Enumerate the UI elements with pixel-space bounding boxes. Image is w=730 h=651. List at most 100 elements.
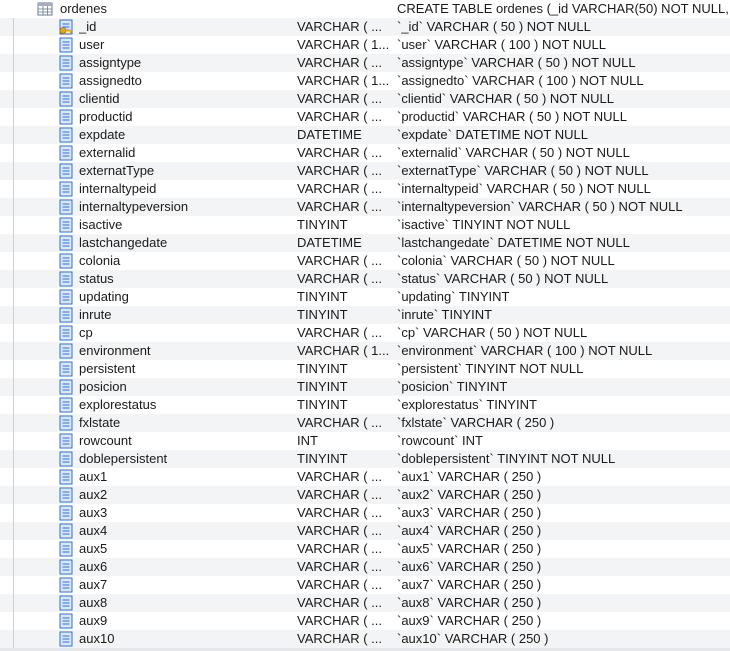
field-row[interactable]: internaltypeversion VARCHAR ( ... `interna… xyxy=(0,198,730,216)
field-row[interactable]: productid VARCHAR ( ... `productid` VARCHA… xyxy=(0,108,730,126)
field-definition: `externatType` VARCHAR ( 50 ) NOT NULL xyxy=(397,163,649,178)
field-icon xyxy=(58,235,74,251)
field-definition: `cp` VARCHAR ( 50 ) NOT NULL xyxy=(397,325,588,340)
field-definition: `environment` VARCHAR ( 100 ) NOT NULL xyxy=(397,343,653,358)
field-name: externalid xyxy=(79,145,136,160)
field-icon xyxy=(58,361,74,377)
tree-guide-line xyxy=(13,162,14,180)
field-row[interactable]: explorestatus TINYINT `explorestatus` TINY… xyxy=(0,396,730,414)
field-type: TINYINT xyxy=(297,307,348,322)
field-type: VARCHAR ( ... xyxy=(297,523,382,538)
field-row[interactable]: aux8 VARCHAR ( ... `aux8` VARCHAR ( 250 ) xyxy=(0,594,730,612)
field-row[interactable]: user VARCHAR ( 1... `user` VARCHAR ( 100 )… xyxy=(0,36,730,54)
field-row[interactable]: aux6 VARCHAR ( ... `aux6` VARCHAR ( 250 ) xyxy=(0,558,730,576)
field-row[interactable]: inrute TINYINT `inrute` TINYINT xyxy=(0,306,730,324)
field-type: VARCHAR ( ... xyxy=(297,199,382,214)
field-row[interactable]: persistent TINYINT `persistent` TINYINT NO… xyxy=(0,360,730,378)
tree-guide-line xyxy=(13,450,14,468)
tree-guide-line xyxy=(13,522,14,540)
field-row[interactable]: isactive TINYINT `isactive` TINYINT NOT NU… xyxy=(0,216,730,234)
field-row[interactable]: aux1 VARCHAR ( ... `aux1` VARCHAR ( 250 ) xyxy=(0,468,730,486)
field-icon xyxy=(58,631,74,647)
field-row[interactable]: aux4 VARCHAR ( ... `aux4` VARCHAR ( 250 ) xyxy=(0,522,730,540)
field-row[interactable]: externalid VARCHAR ( ... `externalid` VARC… xyxy=(0,144,730,162)
field-row[interactable]: clientid VARCHAR ( ... `clientid` VARCHAR … xyxy=(0,90,730,108)
tree-guide-line xyxy=(13,108,14,126)
field-row[interactable]: aux2 VARCHAR ( ... `aux2` VARCHAR ( 250 ) xyxy=(0,486,730,504)
field-name: productid xyxy=(79,109,133,124)
tree-guide-line xyxy=(13,270,14,288)
field-row[interactable]: assignedto VARCHAR ( 1... `assignedto` VAR… xyxy=(0,72,730,90)
field-row[interactable]: fxlstate VARCHAR ( ... `fxlstate` VARCHAR … xyxy=(0,414,730,432)
field-icon xyxy=(58,577,74,593)
field-name: status xyxy=(79,271,114,286)
field-row[interactable]: rowcount INT `rowcount` INT xyxy=(0,432,730,450)
field-name: _id xyxy=(79,19,97,34)
field-row[interactable]: aux10 VARCHAR ( ... `aux10` VARCHAR ( 250 … xyxy=(0,630,730,648)
field-name: aux7 xyxy=(79,577,108,592)
field-row[interactable]: lastchangedate DATETIME `lastchangedate` D… xyxy=(0,234,730,252)
tree-guide-line xyxy=(13,180,14,198)
field-definition: `explorestatus` TINYINT xyxy=(397,397,537,412)
field-row[interactable]: _id VARCHAR ( ... `_id` VARCHAR ( 50 ) NOT… xyxy=(0,18,730,36)
field-definition: `inrute` TINYINT xyxy=(397,307,493,322)
tree-guide-line xyxy=(13,288,14,306)
field-row[interactable]: aux3 VARCHAR ( ... `aux3` VARCHAR ( 250 ) xyxy=(0,504,730,522)
field-name: explorestatus xyxy=(79,397,157,412)
field-definition: `colonia` VARCHAR ( 50 ) NOT NULL xyxy=(397,253,615,268)
field-type: VARCHAR ( ... xyxy=(297,487,382,502)
field-definition: `fxlstate` VARCHAR ( 250 ) xyxy=(397,415,555,430)
field-name: aux1 xyxy=(79,469,108,484)
field-row[interactable]: expdate DATETIME `expdate` DATETIME NOT NU… xyxy=(0,126,730,144)
field-row[interactable]: externatType VARCHAR ( ... `externatType` … xyxy=(0,162,730,180)
field-definition: `isactive` TINYINT NOT NULL xyxy=(397,217,571,232)
table-row-ordenes[interactable]: ordenes CREATE TABLE ordenes (_id VARCHA… xyxy=(0,0,730,18)
field-name: fxlstate xyxy=(79,415,121,430)
field-type: TINYINT xyxy=(297,397,348,412)
tree-guide-line xyxy=(13,468,14,486)
field-row[interactable]: aux9 VARCHAR ( ... `aux9` VARCHAR ( 250 ) xyxy=(0,612,730,630)
field-icon xyxy=(58,145,74,161)
field-type: DATETIME xyxy=(297,235,362,250)
field-row[interactable]: aux7 VARCHAR ( ... `aux7` VARCHAR ( 250 ) xyxy=(0,576,730,594)
field-row[interactable]: internaltypeid VARCHAR ( ... `internaltype… xyxy=(0,180,730,198)
field-name: assignedto xyxy=(79,73,142,88)
field-icon xyxy=(58,325,74,341)
field-definition: `aux2` VARCHAR ( 250 ) xyxy=(397,487,542,502)
tree-guide-line xyxy=(13,594,14,612)
field-type: VARCHAR ( ... xyxy=(297,145,382,160)
field-row[interactable]: doblepersistent TINYINT `doblepersistent` … xyxy=(0,450,730,468)
field-name: lastchangedate xyxy=(79,235,168,250)
field-row[interactable]: cp VARCHAR ( ... `cp` VARCHAR ( 50 ) NOT N… xyxy=(0,324,730,342)
field-definition: `internaltypeversion` VARCHAR ( 50 ) NOT… xyxy=(397,199,683,214)
field-icon xyxy=(58,73,74,89)
field-icon xyxy=(58,199,74,215)
field-type: TINYINT xyxy=(297,289,348,304)
field-type: VARCHAR ( ... xyxy=(297,577,382,592)
field-row[interactable]: status VARCHAR ( ... `status` VARCHAR ( 50… xyxy=(0,270,730,288)
field-name: internaltypeversion xyxy=(79,199,189,214)
field-definition: `updating` TINYINT xyxy=(397,289,510,304)
field-type: VARCHAR ( ... xyxy=(297,613,382,628)
field-row[interactable]: colonia VARCHAR ( ... `colonia` VARCHAR ( … xyxy=(0,252,730,270)
field-definition: `productid` VARCHAR ( 50 ) NOT NULL xyxy=(397,109,627,124)
tree-guide-line xyxy=(13,378,14,396)
tree-guide-line xyxy=(13,234,14,252)
field-type: VARCHAR ( ... xyxy=(297,91,382,106)
field-type: DATETIME xyxy=(297,127,362,142)
field-row[interactable]: assigntype VARCHAR ( ... `assigntype` VARC… xyxy=(0,54,730,72)
field-icon xyxy=(58,217,74,233)
field-row[interactable]: updating TINYINT `updating` TINYINT xyxy=(0,288,730,306)
field-type: TINYINT xyxy=(297,451,348,466)
tree-guide-line xyxy=(13,504,14,522)
field-row[interactable]: posicion TINYINT `posicion` TINYINT xyxy=(0,378,730,396)
tree-guide-line xyxy=(13,306,14,324)
field-name: aux8 xyxy=(79,595,108,610)
field-icon xyxy=(58,379,74,395)
tree-guide-line xyxy=(13,396,14,414)
field-row[interactable]: environment VARCHAR ( 1... `environment` V… xyxy=(0,342,730,360)
field-icon xyxy=(58,559,74,575)
field-icon xyxy=(58,37,74,53)
field-type: TINYINT xyxy=(297,361,348,376)
field-row[interactable]: aux5 VARCHAR ( ... `aux5` VARCHAR ( 250 ) xyxy=(0,540,730,558)
